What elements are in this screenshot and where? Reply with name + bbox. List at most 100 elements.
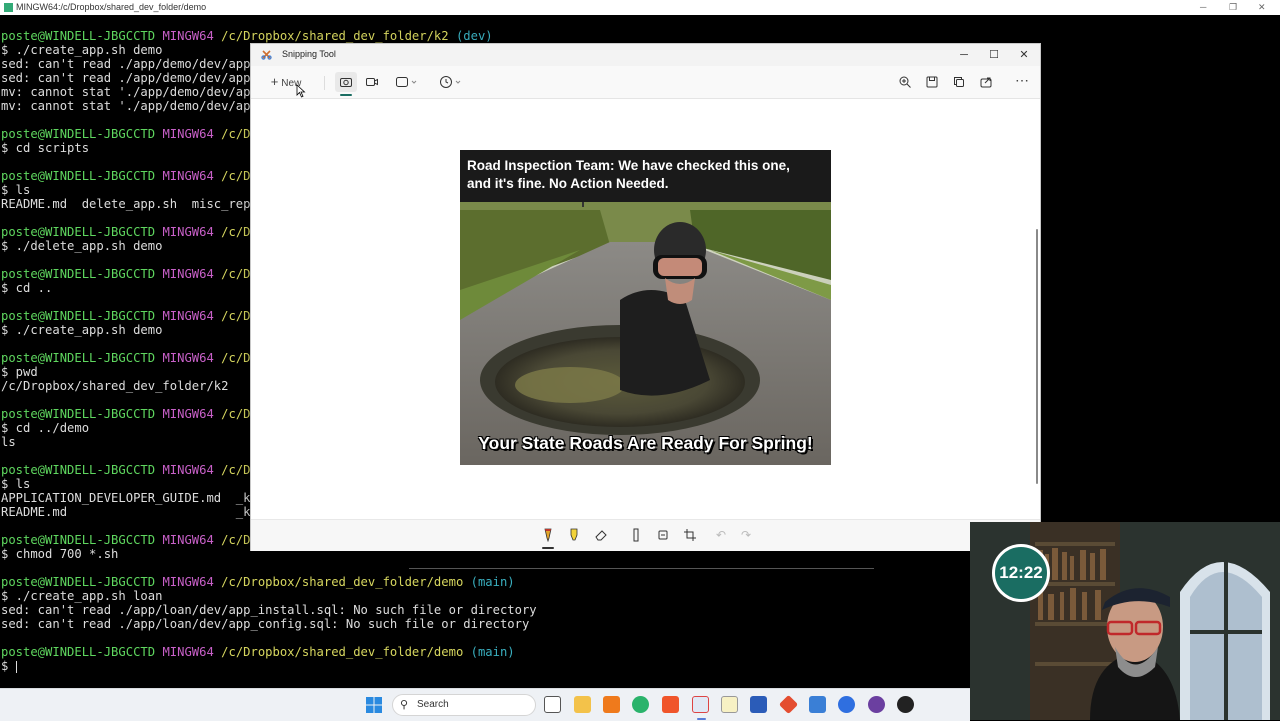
sublime-text-icon[interactable] (603, 696, 620, 713)
terminal-text: /c/D (221, 533, 251, 547)
taskbar: ⚲ Search (0, 688, 970, 721)
terminal-text: /c/D (221, 309, 251, 323)
terminal-text: MINGW64 (162, 267, 222, 281)
terminal-line: poste@WINDELL-JBGCCTD MINGW64 /c/Dropbox… (1, 575, 515, 589)
terminal-line: README.md _k (1, 505, 250, 519)
terminal-minimize-button[interactable]: ─ (1200, 0, 1206, 15)
camera-icon[interactable] (335, 72, 357, 92)
obs-icon[interactable] (868, 696, 885, 713)
zoom-icon[interactable] (894, 72, 916, 92)
terminal-text: mv: cannot stat './app/demo/dev/ap (1, 85, 251, 99)
terminal-line: $ chmod 700 *.sh (1, 547, 118, 561)
meme-bottom-caption: Your State Roads Are Ready For Spring! (478, 433, 813, 453)
delay-timer-icon[interactable] (435, 72, 467, 92)
video-icon[interactable] (361, 72, 383, 92)
github-icon[interactable] (897, 696, 914, 713)
terminal-text: MINGW64 (162, 225, 222, 239)
taskbar-search-box[interactable]: ⚲ Search (392, 694, 536, 716)
rectangle-mode-icon[interactable] (391, 72, 423, 92)
text-cursor (15, 660, 17, 673)
copy-icon[interactable] (948, 72, 970, 92)
terminal-line: $ cd ../demo (1, 421, 89, 435)
terminal-line: poste@WINDELL-JBGCCTD MINGW64 /c/Dropbox… (1, 29, 493, 43)
terminal-text: $ ./delete_app.sh demo (1, 239, 163, 253)
meme-top-line-2: and it's fine. No Action Needed. (467, 176, 669, 191)
terminal-maximize-button[interactable]: ❐ (1229, 0, 1237, 15)
terminal-text: (main) (470, 645, 515, 659)
vertical-scrollbar[interactable] (1036, 229, 1038, 484)
selected-mode-indicator (340, 94, 352, 96)
horizontal-scrollbar[interactable] (409, 568, 874, 569)
notepad-icon[interactable] (721, 696, 738, 713)
terminal-text: poste@WINDELL-JBGCCTD (1, 309, 163, 323)
terminal-line: $ cd .. (1, 281, 52, 295)
terminal-line: $ ls (1, 183, 30, 197)
file-explorer-icon[interactable] (574, 696, 591, 713)
terminal-text: $ ls (1, 183, 31, 197)
terminal-line: $ pwd (1, 365, 38, 379)
rdp-icon[interactable] (809, 696, 826, 713)
terminal-line: sed: can't read ./app/loan/dev/app_insta… (1, 603, 537, 617)
terminal-text: poste@WINDELL-JBGCCTD (1, 407, 163, 421)
close-button[interactable]: ✕ (1009, 46, 1039, 64)
terminal-line: $ (1, 659, 17, 673)
text-actions-icon[interactable] (652, 525, 674, 545)
terminal-text: MINGW64 (162, 309, 222, 323)
terminal-line: mv: cannot stat './app/demo/dev/ap (1, 85, 250, 99)
eraser-icon[interactable] (590, 525, 612, 545)
undo-icon[interactable]: ↶ (710, 525, 732, 545)
task-view-icon[interactable] (544, 696, 561, 713)
word-icon[interactable] (750, 696, 767, 713)
crop-icon[interactable] (679, 525, 701, 545)
ruler-icon[interactable] (625, 525, 647, 545)
more-options-icon[interactable]: ⋯ (1011, 72, 1033, 92)
terminal-text: (main) (470, 575, 515, 589)
terminal-text: MINGW64 (162, 127, 222, 141)
highlighter-icon[interactable] (563, 525, 585, 545)
terminal-line: $ ./create_app.sh loan (1, 589, 162, 603)
terminal-line: /c/Dropbox/shared_dev_folder/k2 (1, 379, 228, 393)
terminal-close-button[interactable]: ✕ (1258, 0, 1266, 15)
terminal-text: /c/D (221, 127, 251, 141)
snipping-tool-icon[interactable] (692, 696, 709, 720)
chrome-icon[interactable] (632, 696, 649, 713)
webcam-overlay: 12:22 (970, 522, 1280, 720)
windows-start-icon[interactable] (366, 697, 382, 713)
maximize-button[interactable]: ☐ (979, 46, 1009, 64)
terminal-line: poste@WINDELL-JBGCCTD MINGW64 /c/D (1, 267, 251, 281)
terminal-text: sed: can't read ./app/loan/dev/app_insta… (1, 603, 537, 617)
save-icon[interactable] (921, 72, 943, 92)
git-icon[interactable] (778, 694, 799, 715)
terminal-text: $ chmod 700 *.sh (1, 547, 119, 561)
terminal-text: /c/D (221, 169, 251, 183)
ballpoint-pen-icon[interactable] (537, 525, 559, 545)
signal-icon[interactable] (838, 696, 855, 713)
snip-canvas[interactable]: Road Inspection Team: We have checked th… (251, 99, 1040, 569)
brave-icon[interactable] (662, 696, 679, 713)
minimize-button[interactable]: ─ (949, 46, 979, 64)
redo-icon[interactable]: ↷ (735, 525, 757, 545)
terminal-line: mv: cannot stat './app/demo/dev/ap (1, 99, 250, 113)
search-label: Search (417, 699, 449, 710)
terminal-line: ls (1, 435, 16, 449)
terminal-line: poste@WINDELL-JBGCCTD MINGW64 /c/D (1, 407, 251, 421)
terminal-text: README.md _k (1, 505, 251, 519)
terminal-line: $ ./delete_app.sh demo (1, 239, 162, 253)
share-icon[interactable] (975, 72, 997, 92)
terminal-text: poste@WINDELL-JBGCCTD (1, 533, 163, 547)
terminal-line: $ cd scripts (1, 141, 89, 155)
terminal-text: MINGW64 (162, 463, 222, 477)
terminal-title: MINGW64:/c/Dropbox/shared_dev_folder/dem… (16, 2, 207, 12)
terminal-text: MINGW64 (162, 575, 222, 589)
meme-top-line-1: Road Inspection Team: We have checked th… (467, 158, 790, 173)
captured-meme-image: Road Inspection Team: We have checked th… (460, 150, 831, 465)
terminal-line: poste@WINDELL-JBGCCTD MINGW64 /c/D (1, 533, 251, 547)
terminal-text: ls (1, 435, 16, 449)
terminal-text: MINGW64 (162, 407, 222, 421)
terminal-line: poste@WINDELL-JBGCCTD MINGW64 /c/D (1, 351, 251, 365)
terminal-text: $ cd scripts (1, 141, 90, 155)
terminal-text: /c/D (221, 225, 251, 239)
terminal-line: APPLICATION_DEVELOPER_GUIDE.md _k (1, 491, 250, 505)
terminal-text: sed: can't read ./app/loan/dev/app_confi… (1, 617, 530, 631)
terminal-text: $ ./create_app.sh demo (1, 43, 163, 57)
